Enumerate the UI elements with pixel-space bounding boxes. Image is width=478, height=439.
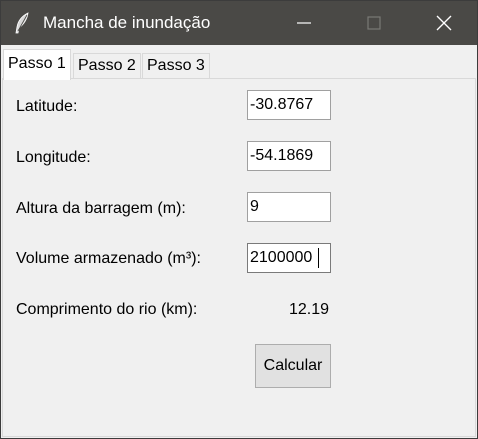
tab-passo-1[interactable]: Passo 1 xyxy=(3,49,71,80)
text-caret xyxy=(318,248,319,268)
dam-height-label: Altura da barragem (m): xyxy=(16,200,186,217)
longitude-input[interactable] xyxy=(247,141,331,171)
tab-passo-3[interactable]: Passo 3 xyxy=(142,53,210,78)
maximize-icon xyxy=(367,16,381,30)
longitude-label: Longitude: xyxy=(16,149,91,166)
minimize-icon xyxy=(297,22,311,24)
maximize-button[interactable] xyxy=(351,1,397,45)
river-length-label: Comprimento do rio (km): xyxy=(16,301,198,318)
minimize-button[interactable] xyxy=(281,1,327,45)
window-title: Mancha de inundação xyxy=(43,13,211,32)
tab-strip: Passo 1 Passo 2 Passo 3 xyxy=(1,45,477,80)
latitude-label: Latitude: xyxy=(16,98,78,115)
feather-icon xyxy=(13,12,31,34)
app-window: Mancha de inundação Passo 1 Passo 2 Pass… xyxy=(0,0,478,439)
close-icon xyxy=(436,15,452,31)
river-length-value: 12.19 xyxy=(288,301,329,318)
tab-passo-2[interactable]: Passo 2 xyxy=(73,53,141,78)
calculate-button[interactable]: Calcular xyxy=(255,344,331,388)
dam-height-input[interactable] xyxy=(247,192,331,222)
close-button[interactable] xyxy=(421,1,467,45)
title-bar[interactable]: Mancha de inundação xyxy=(1,1,477,45)
latitude-input[interactable] xyxy=(247,90,331,120)
stored-volume-label: Volume armazenado (m³): xyxy=(16,250,201,267)
